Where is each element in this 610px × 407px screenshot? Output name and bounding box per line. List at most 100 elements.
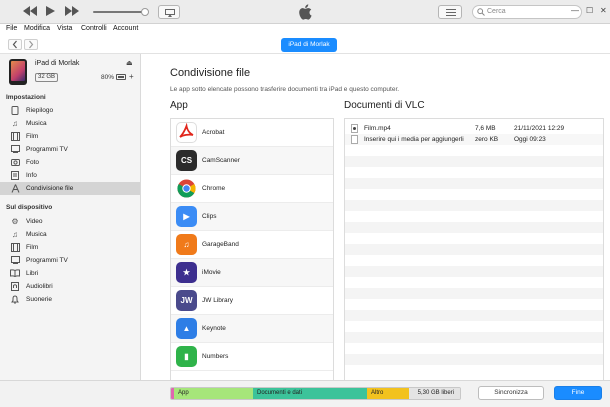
search-input[interactable]: Cerca <box>472 5 582 19</box>
documents-header: Documenti di VLC <box>344 100 425 111</box>
file-icon <box>351 135 358 144</box>
audiobook-icon <box>10 282 20 291</box>
device-name: iPad di Morlak <box>35 60 80 67</box>
empty-row <box>345 156 603 167</box>
list-view-button[interactable] <box>438 5 462 19</box>
sidebar-item-condivisione-file[interactable]: Condivisione file <box>0 182 140 195</box>
storage-segment-app: App <box>174 388 253 399</box>
app-list: Acrobat CS CamScanner Chrome ▶ Clips ♫ G… <box>170 118 334 380</box>
battery-percent: 80% <box>101 74 115 81</box>
app-row-clips[interactable]: ▶ Clips <box>171 203 333 231</box>
sidebar-item-libri[interactable]: Libri <box>0 267 140 280</box>
sidebar-item-musica[interactable]: ♫ Musica <box>0 117 140 130</box>
back-button[interactable] <box>8 39 22 50</box>
sidebar-item-label: Programmi TV <box>26 257 68 264</box>
eject-icon[interactable]: ⏏ <box>126 59 133 67</box>
menu-file[interactable]: File <box>6 25 17 32</box>
sidebar-item-musica-device[interactable]: ♫ Musica <box>0 228 140 241</box>
app-label: Acrobat <box>202 129 225 136</box>
app-row-keynote[interactable]: ▲ Keynote <box>171 315 333 343</box>
page-subtitle: Le app sotto elencate possono trasferire… <box>170 86 400 93</box>
tv-icon <box>10 145 20 154</box>
app-label: Keynote <box>202 325 226 332</box>
on-device-header: Sul dispositivo <box>6 204 53 211</box>
sidebar-item-programmi-tv-device[interactable]: Programmi TV <box>0 254 140 267</box>
done-button[interactable]: Fine <box>554 386 602 400</box>
sidebar-item-label: Film <box>26 244 39 251</box>
maximize-button[interactable]: ☐ <box>586 6 593 15</box>
menu-account[interactable]: Account <box>113 25 138 32</box>
main-panel: Condivisione file Le app sotto elencate … <box>141 54 610 380</box>
empty-row <box>345 200 603 211</box>
sidebar-item-programmi-tv[interactable]: Programmi TV <box>0 143 140 156</box>
sidebar-item-label: Condivisione file <box>26 185 74 192</box>
add-icon[interactable]: + <box>129 72 134 81</box>
rewind-button[interactable] <box>22 5 38 22</box>
empty-row <box>345 178 603 189</box>
summary-icon <box>10 106 20 115</box>
play-icon <box>46 6 55 16</box>
keynote-icon: ▲ <box>176 318 197 339</box>
sidebar-item-audiolibri[interactable]: Audiolibri <box>0 280 140 293</box>
minimize-button[interactable]: — <box>571 6 579 15</box>
book-icon <box>10 269 20 278</box>
sync-button[interactable]: Sincronizza <box>478 386 544 400</box>
sidebar-item-foto[interactable]: Foto <box>0 156 140 169</box>
app-label: Chrome <box>202 185 226 192</box>
app-row-garageband[interactable]: ♫ GarageBand <box>171 231 333 259</box>
sidebar-item-info[interactable]: Info <box>0 169 140 182</box>
menu-controlli[interactable]: Controlli <box>81 25 107 32</box>
chevron-right-icon <box>29 40 34 49</box>
sidebar-item-film[interactable]: Film <box>0 130 140 143</box>
app-row-imovie[interactable]: ★ iMovie <box>171 259 333 287</box>
app-row-jw-library[interactable]: JW JW Library <box>171 287 333 315</box>
imovie-icon: ★ <box>176 262 197 283</box>
sidebar-item-video[interactable]: ⚙ Video <box>0 215 140 228</box>
app-row-camscanner[interactable]: CS CamScanner <box>171 147 333 175</box>
app-row-numbers[interactable]: ▮ Numbers <box>171 343 333 371</box>
sidebar-item-suonerie[interactable]: Suonerie <box>0 293 140 306</box>
device-button[interactable]: iPad di Morlak <box>281 38 337 52</box>
info-icon <box>10 171 20 180</box>
app-label: GarageBand <box>202 241 239 248</box>
documents-list: Film.mp4 7,6 MB 21/11/2021 12:29 Inserir… <box>344 118 604 380</box>
apps-header: App <box>170 100 188 111</box>
volume-knob[interactable] <box>141 8 149 16</box>
document-date: 21/11/2021 12:29 <box>514 125 565 132</box>
app-label: Clips <box>202 213 217 220</box>
sidebar-item-label: Audiolibri <box>26 283 53 290</box>
fast-forward-button[interactable] <box>64 5 80 22</box>
volume-slider[interactable] <box>93 11 147 13</box>
music-note-icon: ♫ <box>12 119 18 128</box>
sidebar-item-riepilogo[interactable]: Riepilogo <box>0 104 140 117</box>
app-label: JW Library <box>202 297 234 304</box>
app-row-acrobat[interactable]: Acrobat <box>171 119 333 147</box>
app-row-chrome[interactable]: Chrome <box>171 175 333 203</box>
empty-row <box>345 310 603 321</box>
rewind-icon <box>23 6 37 16</box>
battery-icon <box>116 74 126 80</box>
media-file-icon <box>351 124 358 133</box>
document-size: zero KB <box>475 136 499 143</box>
document-row[interactable]: Inserire qui i media per aggiungerli zer… <box>345 134 603 145</box>
app-label: Numbers <box>202 353 229 360</box>
menu-modifica[interactable]: Modifica <box>24 25 50 32</box>
document-row[interactable]: Film.mp4 7,6 MB 21/11/2021 12:29 <box>345 123 603 134</box>
acrobat-icon <box>176 122 197 143</box>
menu-vista[interactable]: Vista <box>57 25 72 32</box>
sidebar-item-label: Programmi TV <box>26 146 68 153</box>
search-icon <box>477 8 485 16</box>
close-button[interactable]: ✕ <box>600 6 607 15</box>
page-title: Condivisione file <box>170 67 251 79</box>
play-button[interactable] <box>44 5 56 22</box>
empty-row <box>345 288 603 299</box>
search-placeholder: Cerca <box>487 8 506 15</box>
tv-icon <box>10 256 20 265</box>
sidebar-item-film-device[interactable]: Film <box>0 241 140 254</box>
forward-button[interactable] <box>24 39 38 50</box>
airplay-button[interactable] <box>158 5 180 19</box>
sidebar: iPad di Morlak ⏏ 32 GB 80% + Impostazion… <box>0 54 141 407</box>
apple-logo-icon <box>298 4 312 22</box>
empty-row <box>345 332 603 343</box>
jw-library-icon: JW <box>176 290 197 311</box>
